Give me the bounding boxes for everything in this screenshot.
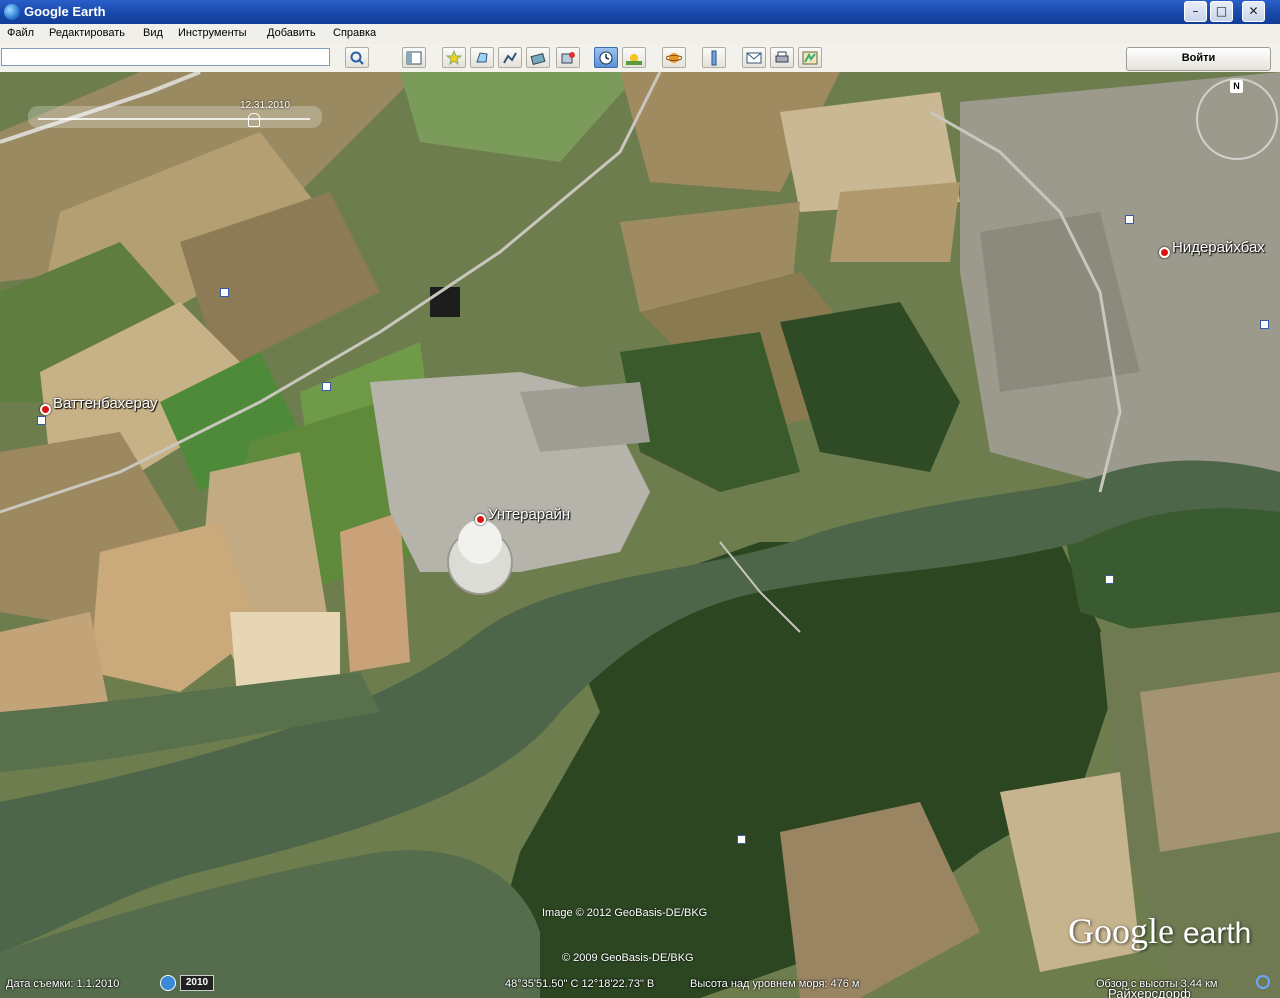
overlay-icon bbox=[530, 52, 546, 66]
menu-file[interactable]: Файл bbox=[7, 27, 34, 39]
place-pin-icon[interactable] bbox=[475, 514, 486, 525]
email-button[interactable] bbox=[742, 47, 766, 68]
poi-icon[interactable] bbox=[1125, 215, 1134, 224]
google-earth-icon bbox=[4, 4, 20, 20]
menu-add[interactable]: Добавить bbox=[267, 27, 316, 39]
place-label-wattenbacherau[interactable]: Ваттенбахерау bbox=[53, 395, 158, 412]
polygon-icon bbox=[476, 52, 488, 63]
title-bar: Google Earth – □ ✕ bbox=[0, 0, 1280, 24]
historical-imagery-button[interactable] bbox=[594, 47, 618, 68]
window-title: Google Earth bbox=[24, 4, 106, 19]
add-placemark-button[interactable] bbox=[442, 47, 466, 68]
map-view[interactable]: 12.31.2010 N Ваттенбахерау Унтерарайн Ни… bbox=[0, 72, 1280, 998]
search-input[interactable] bbox=[1, 48, 330, 66]
poi-icon[interactable] bbox=[1105, 575, 1114, 584]
place-label-niederaichbach[interactable]: Нидерайхбах bbox=[1172, 239, 1265, 256]
navigation-compass[interactable]: N bbox=[1196, 78, 1278, 160]
email-icon bbox=[746, 52, 762, 64]
poi-icon[interactable] bbox=[1260, 320, 1269, 329]
poi-icon[interactable] bbox=[37, 416, 46, 425]
maximize-button[interactable]: □ bbox=[1210, 1, 1233, 22]
close-button[interactable]: ✕ bbox=[1242, 1, 1265, 22]
menu-help[interactable]: Справка bbox=[333, 27, 376, 39]
print-button[interactable] bbox=[770, 47, 794, 68]
add-polygon-button[interactable] bbox=[470, 47, 494, 68]
search-icon bbox=[350, 51, 364, 65]
toolbar: Войти bbox=[0, 44, 1280, 73]
place-pin-icon[interactable] bbox=[40, 404, 51, 415]
time-slider-date: 12.31.2010 bbox=[240, 100, 291, 111]
minimize-button[interactable]: – bbox=[1184, 1, 1207, 22]
sunlight-button[interactable] bbox=[622, 47, 646, 68]
view-in-maps-button[interactable] bbox=[798, 47, 822, 68]
view-in-maps-icon bbox=[802, 51, 818, 65]
menu-edit[interactable]: Редактировать bbox=[49, 27, 125, 39]
logo-earth-text: earth bbox=[1182, 917, 1252, 950]
place-pin-icon[interactable] bbox=[1159, 247, 1170, 258]
menu-tools[interactable]: Инструменты bbox=[178, 27, 247, 39]
ruler-button[interactable] bbox=[702, 47, 726, 68]
time-slider[interactable]: 12.31.2010 bbox=[28, 100, 322, 128]
poi-icon[interactable] bbox=[322, 382, 331, 391]
add-overlay-button[interactable] bbox=[526, 47, 550, 68]
planets-button[interactable] bbox=[662, 47, 686, 68]
data-attribution: © 2009 GeoBasis-DE/BKG bbox=[562, 952, 694, 964]
print-icon bbox=[775, 51, 789, 63]
logo-google-text: Google bbox=[1068, 911, 1174, 951]
streaming-status-icon bbox=[1256, 975, 1270, 989]
sign-in-button[interactable]: Войти bbox=[1126, 47, 1271, 71]
sunlight-icon bbox=[626, 54, 642, 65]
imagery-attribution: Image © 2012 GeoBasis-DE/BKG bbox=[542, 907, 708, 919]
town-label-bottom[interactable]: Райхерсдорф bbox=[1108, 986, 1191, 998]
poi-icon[interactable] bbox=[220, 288, 229, 297]
north-indicator[interactable]: N bbox=[1230, 80, 1243, 93]
imagery-date: Дата съемки: 1.1.2010 bbox=[6, 978, 120, 990]
record-tour-button[interactable] bbox=[556, 47, 580, 68]
time-slider-thumb[interactable] bbox=[248, 113, 260, 127]
historical-imagery-icon bbox=[599, 51, 613, 65]
google-earth-logo: Google earth bbox=[1068, 910, 1251, 952]
ruler-icon bbox=[711, 50, 717, 66]
poi-icon[interactable] bbox=[737, 835, 746, 844]
search-button[interactable] bbox=[345, 47, 369, 68]
elevation-readout: Высота над уровнем моря: 476 м bbox=[690, 978, 860, 990]
menu-bar: Файл Редактировать Вид Инструменты Добав… bbox=[0, 24, 1280, 45]
sidebar-button[interactable] bbox=[402, 47, 426, 68]
place-label-unterarain[interactable]: Унтерарайн bbox=[488, 506, 570, 523]
menu-view[interactable]: Вид bbox=[143, 27, 163, 39]
pointer-coordinates: 48°35'51.50" С 12°18'22.73" В bbox=[505, 978, 655, 990]
historical-clock-icon[interactable] bbox=[160, 975, 176, 991]
planets-icon bbox=[666, 53, 682, 63]
add-path-button[interactable] bbox=[498, 47, 522, 68]
satellite-imagery bbox=[0, 72, 1280, 998]
time-slider-track[interactable] bbox=[38, 118, 310, 120]
record-tour-icon bbox=[561, 52, 575, 64]
placemark-icon bbox=[446, 50, 462, 66]
sidebar-icon bbox=[406, 51, 422, 65]
year-badge[interactable]: 2010 bbox=[180, 975, 214, 991]
path-icon bbox=[503, 52, 517, 64]
